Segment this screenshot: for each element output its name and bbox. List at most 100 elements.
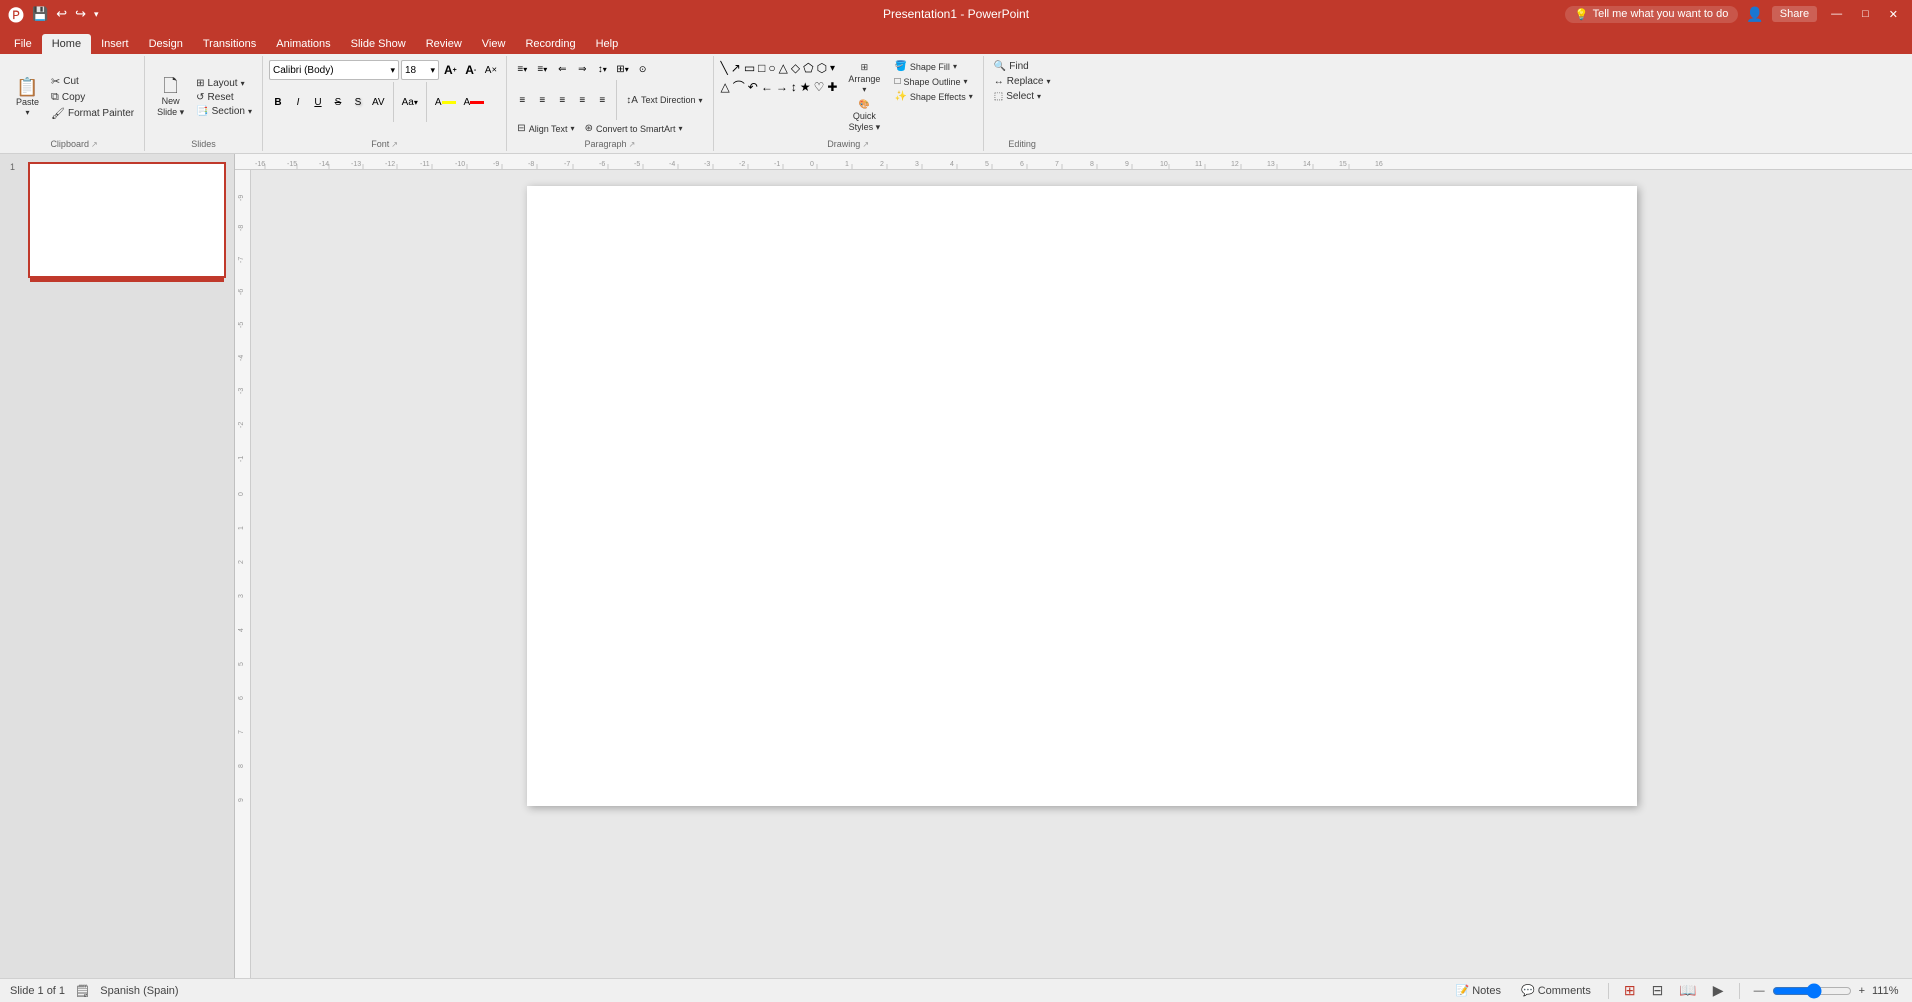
decrease-indent-button[interactable]: ⇐ <box>553 60 571 78</box>
layout-button[interactable]: ⊞ Layout ▾ <box>192 77 256 90</box>
text-shadow-button[interactable]: S <box>349 93 367 111</box>
notes-button[interactable]: 📝 Notes <box>1450 982 1507 999</box>
text-direction-dropdown[interactable]: ▾ <box>699 96 703 105</box>
section-button[interactable]: 📑 Section ▾ <box>192 105 256 118</box>
arrange-dropdown[interactable]: ▾ <box>862 85 866 94</box>
zoom-out-button[interactable]: — <box>1751 985 1768 997</box>
tab-review[interactable]: Review <box>416 34 472 54</box>
underline-button[interactable]: U <box>309 93 327 111</box>
comments-button[interactable]: 💬 Comments <box>1515 982 1597 999</box>
align-text-dropdown[interactable]: ▾ <box>571 124 575 133</box>
normal-view-button[interactable]: ⊞ <box>1620 980 1640 1001</box>
shape-fill-button[interactable]: 🪣 Shape Fill ▾ <box>890 60 976 73</box>
tab-animations[interactable]: Animations <box>266 34 340 54</box>
reading-view-button[interactable]: 📖 <box>1675 980 1700 1001</box>
highlight-color-button[interactable]: A <box>432 93 459 111</box>
powerpoint-icon[interactable]: 🅟 <box>8 2 24 26</box>
shape-star[interactable]: ★ <box>799 79 812 95</box>
shape-effects-dropdown[interactable]: ▾ <box>969 92 973 101</box>
distribute-button[interactable]: ≡ <box>593 91 611 109</box>
arrange-button[interactable]: ⊞ Arrange ▾ <box>844 60 884 96</box>
drawing-expand[interactable]: ↗ <box>862 140 869 149</box>
tab-design[interactable]: Design <box>139 34 193 54</box>
replace-dropdown[interactable]: ▾ <box>1047 77 1051 86</box>
undo-button[interactable]: ↩ <box>54 4 69 24</box>
shape-heart[interactable]: ♡ <box>813 79 826 95</box>
slide-canvas[interactable] <box>527 186 1637 806</box>
dropdown-arrow[interactable]: ▾ <box>92 7 101 22</box>
tab-insert[interactable]: Insert <box>91 34 139 54</box>
redo-button[interactable]: ↪ <box>73 4 88 24</box>
justify-button[interactable]: ≡ <box>573 91 591 109</box>
shape-barrow[interactable]: ↕ <box>790 79 798 95</box>
shape-effects-button[interactable]: ✨ Shape Effects ▾ <box>890 90 976 103</box>
bullets-button[interactable]: ≡▾ <box>513 60 531 78</box>
font-name-selector[interactable]: Calibri (Body) ▾ <box>269 60 399 80</box>
user-icon[interactable]: 👤 <box>1746 6 1763 23</box>
tab-transitions[interactable]: Transitions <box>193 34 266 54</box>
slide-notes-icon[interactable]: 🗒 <box>75 984 90 998</box>
select-button[interactable]: ⬚ Select ▾ <box>990 90 1045 103</box>
format-painter-button[interactable]: 🖌 Format Painter <box>47 106 138 121</box>
shape-line[interactable]: ╲ <box>720 60 729 76</box>
select-dropdown[interactable]: ▾ <box>1037 92 1041 101</box>
shape-arrow2[interactable]: ↶ <box>747 79 759 95</box>
shape-diamond[interactable]: ◇ <box>790 60 801 76</box>
shape-outline-button[interactable]: □ Shape Outline ▾ <box>890 75 976 88</box>
italic-button[interactable]: I <box>289 93 307 111</box>
reset-button[interactable]: ↺ Reset <box>192 91 256 104</box>
shape-rect[interactable]: ▭ <box>743 60 756 76</box>
new-slide-button[interactable]: 🗋 New Slide ▾ <box>151 73 190 123</box>
shape-larrow[interactable]: ← <box>760 79 774 95</box>
paste-button[interactable]: 📋 Paste ▾ <box>10 73 45 123</box>
clipboard-expand[interactable]: ↗ <box>91 140 98 149</box>
numbering-button[interactable]: ≡▾ <box>533 60 551 78</box>
slideshow-button[interactable]: ▶ <box>1709 980 1728 1001</box>
shape-rect2[interactable]: □ <box>757 60 766 76</box>
shape-eq[interactable]: △ <box>720 79 731 95</box>
text-direction-button[interactable]: ↕A Text Direction ▾ <box>622 94 706 107</box>
convert-smartart-button[interactable]: ⊛ Convert to SmartArt ▾ <box>581 122 687 135</box>
smartart-button[interactable]: ⊙ <box>634 60 652 78</box>
tab-file[interactable]: File <box>4 34 42 54</box>
share-button[interactable]: Share <box>1772 6 1817 22</box>
clear-formatting-button[interactable]: A✕ <box>482 61 501 79</box>
font-color-button[interactable]: A <box>461 93 488 111</box>
shape-cross[interactable]: ✚ <box>826 79 838 95</box>
shape-outline-dropdown[interactable]: ▾ <box>964 77 968 86</box>
save-button[interactable]: 💾 <box>30 4 50 24</box>
shape-fill-dropdown[interactable]: ▾ <box>953 62 957 71</box>
tab-slideshow[interactable]: Slide Show <box>341 34 416 54</box>
shape-arrow[interactable]: ↗ <box>730 60 742 76</box>
language-label[interactable]: Spanish (Spain) <box>100 985 178 997</box>
align-center-button[interactable]: ≡ <box>533 91 551 109</box>
layout-dropdown[interactable]: ▾ <box>241 79 245 88</box>
slide-sorter-button[interactable]: ⊟ <box>1648 980 1668 1001</box>
zoom-in-button[interactable]: + <box>1856 985 1868 997</box>
paragraph-expand[interactable]: ↗ <box>629 140 636 149</box>
shape-pentagon[interactable]: ⬠ <box>802 60 814 76</box>
copy-button[interactable]: ⧉ Copy <box>47 90 138 105</box>
bold-button[interactable]: B <box>269 93 287 111</box>
tab-recording[interactable]: Recording <box>515 34 585 54</box>
section-dropdown[interactable]: ▾ <box>248 107 252 116</box>
shape-more[interactable]: ▾ <box>829 62 836 75</box>
tab-view[interactable]: View <box>472 34 516 54</box>
shape-rarrow[interactable]: → <box>775 79 789 95</box>
slide-canvas-area[interactable] <box>251 170 1912 978</box>
cut-button[interactable]: ✂ Cut <box>47 74 138 89</box>
font-dropdown[interactable]: ▾ <box>390 65 395 76</box>
columns-button[interactable]: ⊞▾ <box>613 60 631 78</box>
increase-font-size-button[interactable]: A+ <box>441 61 460 79</box>
maximize-button[interactable]: □ <box>1856 8 1875 20</box>
smartart-dropdown[interactable]: ▾ <box>678 124 682 133</box>
find-button[interactable]: 🔍 Find <box>990 60 1033 73</box>
close-button[interactable]: ✕ <box>1883 8 1904 21</box>
change-case-button[interactable]: Aa▾ <box>399 93 421 111</box>
size-dropdown[interactable]: ▾ <box>430 65 435 76</box>
slide-thumbnail[interactable] <box>28 162 226 278</box>
decrease-font-size-button[interactable]: A- <box>462 61 480 79</box>
minimize-button[interactable]: — <box>1825 8 1848 20</box>
font-size-selector[interactable]: 18 ▾ <box>401 60 439 80</box>
shape-curved[interactable]: ⌒ <box>732 77 746 96</box>
